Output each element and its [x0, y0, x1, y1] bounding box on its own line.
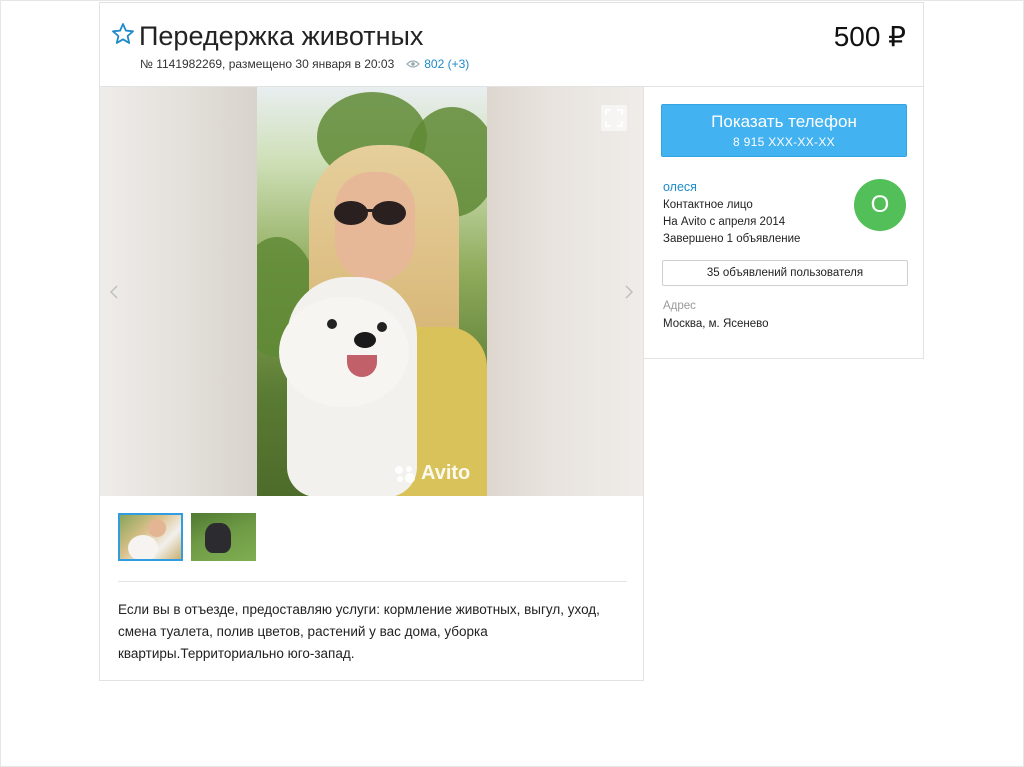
ad-description: Если вы в отъезде, предоставляю услуги: …	[118, 602, 600, 661]
views-count: 802 (+3)	[424, 57, 470, 71]
thumbnail-strip	[118, 513, 256, 561]
photo-dog-head	[279, 297, 409, 407]
thumb-face	[148, 519, 166, 537]
thumb-cat	[205, 523, 231, 553]
photo-dog-eye	[377, 322, 387, 332]
avito-watermark: Avito	[393, 462, 470, 485]
photo-blur-left	[100, 87, 257, 496]
photo-dog-nose	[354, 332, 376, 348]
watermark-text: Avito	[421, 462, 471, 484]
sunglasses-icon	[334, 201, 406, 225]
phone-number-masked: 8 915 XXX-XX-XX	[733, 135, 835, 149]
photo-blur-right	[486, 87, 643, 496]
ad-header: Передержка животных № 1141982269, размещ…	[99, 2, 924, 87]
seller-avatar[interactable]: О	[854, 179, 906, 231]
seller-name-link[interactable]: олеся	[663, 180, 697, 194]
views-counter: 802 (+3)	[406, 57, 469, 71]
ad-meta: № 1141982269, размещено 30 января в 20:0…	[140, 57, 469, 71]
seller-since: На Avito с апреля 2014	[663, 216, 786, 228]
photo-woman-with-dog: Avito	[257, 87, 487, 496]
fullscreen-icon[interactable]	[601, 105, 627, 131]
ad-price: 500 ₽	[833, 21, 906, 52]
user-ads-button[interactable]: 35 объявлений пользователя	[662, 260, 908, 286]
seller-card: Показать телефон 8 915 XXX-XX-XX олеся К…	[643, 86, 924, 359]
photo-face	[335, 172, 415, 282]
chevron-right-icon[interactable]	[624, 284, 634, 300]
ad-title: Передержка животных	[139, 21, 424, 51]
address-value: Москва, м. Ясенево	[663, 318, 769, 330]
chevron-left-icon[interactable]	[109, 284, 119, 300]
seller-completed: Завершено 1 объявление	[663, 233, 801, 245]
show-phone-button[interactable]: Показать телефон 8 915 XXX-XX-XX	[661, 104, 907, 157]
star-icon[interactable]	[111, 22, 135, 46]
photo-dog-eye	[327, 319, 337, 329]
thumbnail-woman-with-dog[interactable]	[118, 513, 183, 561]
divider	[118, 581, 627, 582]
address-label: Адрес	[663, 300, 696, 312]
main-photo[interactable]: Avito	[100, 87, 643, 496]
ad-info: № 1141982269, размещено 30 января в 20:0…	[140, 57, 395, 71]
seller-role: Контактное лицо	[663, 199, 753, 211]
gallery-card: Avito Если вы в отъезде, предоставляю ус…	[99, 86, 644, 681]
avito-logo-icon	[395, 465, 415, 483]
eye-icon	[406, 60, 421, 68]
thumbnail-cat-on-grass[interactable]	[191, 513, 256, 561]
show-phone-label: Показать телефон	[711, 112, 857, 131]
thumb-dog	[128, 535, 158, 559]
